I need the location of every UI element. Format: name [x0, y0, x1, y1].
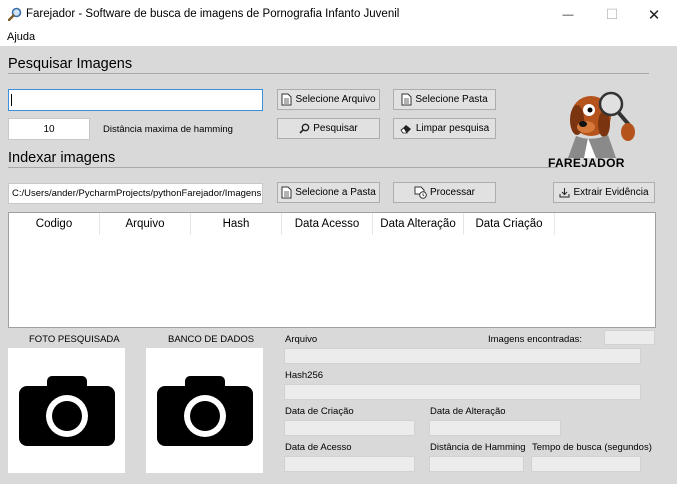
minimize-icon: —: [562, 8, 574, 21]
image-path-input[interactable]: [8, 89, 263, 111]
text-cursor: [11, 94, 12, 106]
select-index-folder-label: Selecione a Pasta: [295, 187, 376, 198]
index-section-title: Indexar imagens: [8, 150, 116, 166]
column-header-hash[interactable]: Hash: [191, 213, 282, 235]
arquivo-label: Arquivo: [285, 334, 318, 345]
column-header-data-criacao[interactable]: Data Criação: [464, 213, 555, 235]
process-label: Processar: [429, 187, 475, 198]
extract-evidence-label: Extrair Evidência: [573, 187, 649, 198]
select-folder-label: Selecione Pasta: [415, 94, 488, 105]
document-clock-icon: [414, 186, 427, 199]
searched-photo-label: FOTO PESQUISADA: [29, 334, 120, 345]
creation-date-field: [284, 420, 415, 436]
search-button[interactable]: Pesquisar: [277, 118, 380, 139]
search-time-label: Tempo de busca (segundos): [532, 442, 652, 453]
images-found-label: Imagens encontradas:: [488, 334, 583, 345]
title-bar: Farejador - Software de busca de imagens…: [0, 0, 677, 29]
close-button[interactable]: ✕: [631, 0, 677, 29]
hash256-label: Hash256: [285, 370, 324, 381]
dog-detective-icon: [568, 91, 635, 158]
select-folder-button[interactable]: Selecione Pasta: [393, 89, 496, 110]
search-section-divider: [8, 73, 649, 74]
process-button[interactable]: Processar: [393, 182, 496, 203]
modified-date-field: [429, 420, 561, 436]
document-icon: [281, 186, 292, 199]
farejador-logo: FAREJADOR: [546, 80, 646, 172]
column-header-arquivo[interactable]: Arquivo: [100, 213, 191, 235]
search-section-title: Pesquisar Imagens: [8, 56, 133, 72]
download-icon: [559, 187, 570, 198]
search-icon: [299, 123, 310, 134]
hamming-result-label: Distância de Hamming: [430, 442, 526, 453]
column-header-data-acesso[interactable]: Data Acesso: [282, 213, 373, 235]
hamming-distance-value: 10: [43, 123, 55, 135]
document-icon: [401, 93, 412, 106]
maximize-icon: ☐: [605, 6, 619, 22]
menu-bar: Ajuda: [0, 29, 677, 46]
hamming-distance-label: Distância maxima de hamming: [103, 124, 233, 135]
magnifier-icon: [8, 7, 22, 21]
eraser-icon: [400, 123, 413, 134]
search-label: Pesquisar: [313, 123, 358, 134]
hamming-result-field: [429, 456, 524, 472]
column-header-data-alteracao[interactable]: Data Alteração: [373, 213, 464, 235]
close-icon: ✕: [647, 6, 661, 24]
select-index-folder-button[interactable]: Selecione a Pasta: [277, 182, 380, 203]
database-photo-label: BANCO DE DADOS: [168, 334, 255, 345]
window-title: Farejador - Software de busca de imagens…: [26, 8, 400, 20]
images-found-field: [604, 330, 655, 345]
extract-evidence-button[interactable]: Extrair Evidência: [553, 182, 655, 203]
menu-item-ajuda[interactable]: Ajuda: [7, 31, 35, 43]
index-section-divider: [8, 167, 558, 168]
camera-icon: [157, 376, 253, 446]
index-folder-input[interactable]: C:/Users/ander/PycharmProjects/pythonFar…: [8, 183, 263, 204]
clear-search-button[interactable]: Limpar pesquisa: [393, 118, 496, 139]
maximize-button[interactable]: ☐: [589, 0, 635, 29]
index-folder-value: C:/Users/ander/PycharmProjects/pythonFar…: [12, 188, 262, 199]
hamming-distance-input[interactable]: 10: [8, 118, 90, 140]
minimize-button[interactable]: —: [545, 0, 591, 29]
camera-icon: [19, 376, 115, 446]
select-file-button[interactable]: Selecione Arquivo: [277, 89, 380, 110]
creation-date-label: Data de Criação: [285, 406, 354, 417]
search-time-field: [531, 456, 641, 472]
modified-date-label: Data de Alteração: [430, 406, 506, 417]
results-table[interactable]: Codigo Arquivo Hash Data Acesso Data Alt…: [8, 212, 656, 328]
clear-search-label: Limpar pesquisa: [415, 123, 490, 134]
arquivo-field: [284, 348, 641, 364]
database-photo: [146, 348, 263, 473]
logo-text: FAREJADOR: [548, 156, 625, 170]
hash256-field: [284, 384, 641, 400]
searched-photo: [8, 348, 125, 473]
select-file-label: Selecione Arquivo: [295, 94, 376, 105]
column-header-codigo[interactable]: Codigo: [9, 213, 100, 235]
access-date-label: Data de Acesso: [285, 442, 352, 453]
document-icon: [281, 93, 292, 106]
access-date-field: [284, 456, 415, 472]
